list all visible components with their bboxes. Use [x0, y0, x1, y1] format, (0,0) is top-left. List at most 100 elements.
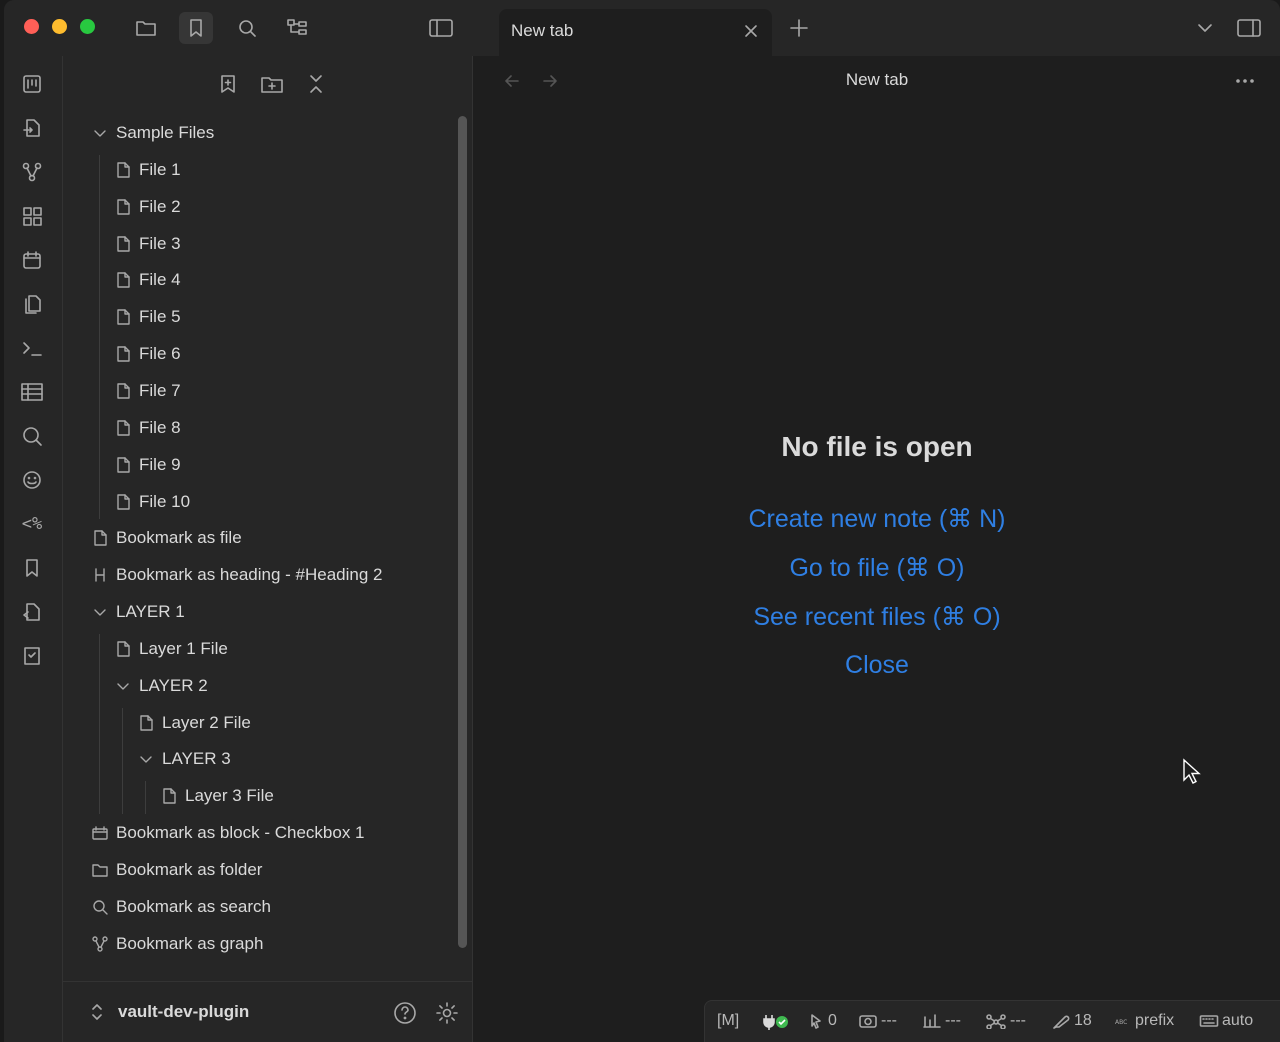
chevron-up-down-icon[interactable] [87, 1002, 107, 1022]
bookmark-item[interactable]: Bookmark as block - Checkbox 1 [91, 816, 365, 850]
close-link[interactable]: Close [474, 651, 1280, 680]
bookmark-item[interactable]: Bookmark as heading - #Heading 2 [91, 558, 383, 592]
bookmark-item[interactable]: Bookmark as folder [91, 853, 262, 887]
toggle-right-sidebar-button[interactable] [1232, 12, 1266, 44]
files-tab-button[interactable] [129, 12, 163, 44]
graph-view-button[interactable] [19, 159, 45, 185]
file-swap-icon [23, 603, 40, 621]
bookmark-item-label: File 6 [139, 344, 181, 364]
create-new-note-link[interactable]: Create new note (⌘ N) [474, 504, 1280, 534]
file-icon [91, 529, 109, 547]
tab-new[interactable]: New tab [499, 9, 772, 56]
prefix-status[interactable]: ABC prefix [1114, 1012, 1174, 1030]
bookmark-item-label: Bookmark as block - Checkbox 1 [116, 823, 365, 843]
file-icon [114, 235, 132, 253]
bookmark-item[interactable]: File 2 [114, 190, 181, 224]
sidebar-left-icon [429, 19, 453, 37]
bookmarks-tab-button[interactable] [179, 12, 213, 44]
go-to-file-link[interactable]: Go to file (⌘ O) [474, 553, 1280, 583]
word-count-value: 18 [1074, 1012, 1092, 1029]
bookmark-item-label: Layer 3 File [185, 786, 274, 806]
bookmark-item[interactable]: Layer 2 File [137, 706, 251, 740]
bookmark-item-label: File 9 [139, 454, 181, 474]
bookmark-item[interactable]: File 9 [114, 448, 181, 482]
templater-button[interactable]: <% [19, 511, 45, 537]
status-item-c[interactable]: --- [985, 1012, 1026, 1030]
word-count-status[interactable]: 18 [1051, 1012, 1092, 1030]
status-item-b-value: --- [945, 1012, 961, 1029]
tab-title: New tab [511, 21, 574, 40]
chevron-down-icon [91, 124, 109, 142]
vault-name[interactable]: vault-dev-plugin [118, 1002, 249, 1022]
kanban-button[interactable] [19, 71, 45, 97]
sidebar-right-icon [1237, 19, 1261, 37]
bookmark-item-label: Bookmark as file [116, 528, 242, 548]
tab-list-button[interactable] [1188, 12, 1222, 44]
bookmark-item[interactable]: File 8 [114, 411, 181, 445]
file-icon [114, 493, 132, 511]
help-icon[interactable] [392, 1000, 418, 1026]
camera-icon [859, 1015, 877, 1028]
smile-icon [23, 471, 41, 489]
open-file-button[interactable] [19, 115, 45, 141]
daily-note-button[interactable] [19, 247, 45, 273]
bookmark-item[interactable]: Bookmark as search [91, 890, 271, 924]
bookmark-item[interactable]: LAYER 1 [91, 595, 185, 629]
structure-tab-button[interactable] [280, 12, 314, 44]
emoji-button[interactable] [19, 467, 45, 493]
close-tab-icon[interactable] [742, 22, 760, 40]
bookmark-item[interactable]: Bookmark as graph [91, 927, 263, 961]
file-swap-button[interactable] [19, 599, 45, 625]
bookmark-item[interactable]: File 4 [114, 263, 181, 297]
file-icon [137, 714, 155, 732]
bookmark-icon [26, 559, 38, 577]
see-recent-files-link[interactable]: See recent files (⌘ O) [474, 602, 1280, 632]
linter-status[interactable]: 0 [809, 1012, 837, 1030]
bookmark-item[interactable]: File 5 [114, 300, 181, 334]
close-window-button[interactable] [24, 19, 39, 34]
layout-grid-icon [23, 207, 42, 226]
bookmark-item[interactable]: File 10 [114, 485, 190, 519]
canvas-button[interactable] [19, 203, 45, 229]
templates-button[interactable] [19, 291, 45, 317]
bookmark-item[interactable]: Bookmark as file [91, 521, 242, 555]
bookmark-item[interactable]: File 1 [114, 153, 181, 187]
indent-guide [99, 633, 100, 815]
bookmark-item[interactable]: Sample Files [91, 116, 214, 150]
toggle-left-sidebar-button[interactable] [424, 12, 458, 44]
status-item-b[interactable]: --- [922, 1012, 961, 1030]
status-item-a[interactable]: --- [858, 1012, 897, 1030]
mode-indicator[interactable]: [M] [717, 1012, 739, 1030]
bookmarks-button[interactable] [19, 555, 45, 581]
search-button[interactable] [19, 423, 45, 449]
settings-gear-icon[interactable] [434, 1000, 460, 1026]
table-icon [21, 383, 43, 401]
command-palette-button[interactable] [19, 335, 45, 361]
bookmark-item[interactable]: Layer 1 File [114, 632, 228, 666]
bookmark-item[interactable]: Layer 3 File [160, 779, 274, 813]
keyboard-mode-value: auto [1222, 1012, 1254, 1029]
sidebar-scrollbar[interactable] [458, 116, 467, 948]
new-tab-button[interactable] [782, 12, 816, 44]
folder-plus-icon [261, 77, 283, 93]
zoom-window-button[interactable] [80, 19, 95, 34]
collapse-all-button[interactable] [302, 70, 330, 98]
bookmark-item[interactable]: File 7 [114, 374, 181, 408]
new-group-button[interactable] [258, 70, 286, 98]
bookmark-item[interactable]: File 6 [114, 337, 181, 371]
table-button[interactable] [19, 379, 45, 405]
bookmark-check-button[interactable] [19, 643, 45, 669]
bookmark-item[interactable]: LAYER 3 [137, 742, 231, 776]
bookmark-item[interactable]: LAYER 2 [114, 669, 208, 703]
search-icon [239, 20, 256, 37]
more-options-icon[interactable] [1234, 70, 1256, 92]
minimize-window-button[interactable] [52, 19, 67, 34]
file-icon [114, 456, 132, 474]
bookmark-item-label: File 8 [139, 417, 181, 437]
sync-status[interactable] [761, 1011, 794, 1031]
search-tab-button[interactable] [230, 12, 264, 44]
add-bookmark-button[interactable] [214, 70, 242, 98]
feather-icon [1053, 1015, 1070, 1029]
keyboard-status[interactable]: auto [1199, 1012, 1253, 1030]
bookmark-item[interactable]: File 3 [114, 227, 181, 261]
